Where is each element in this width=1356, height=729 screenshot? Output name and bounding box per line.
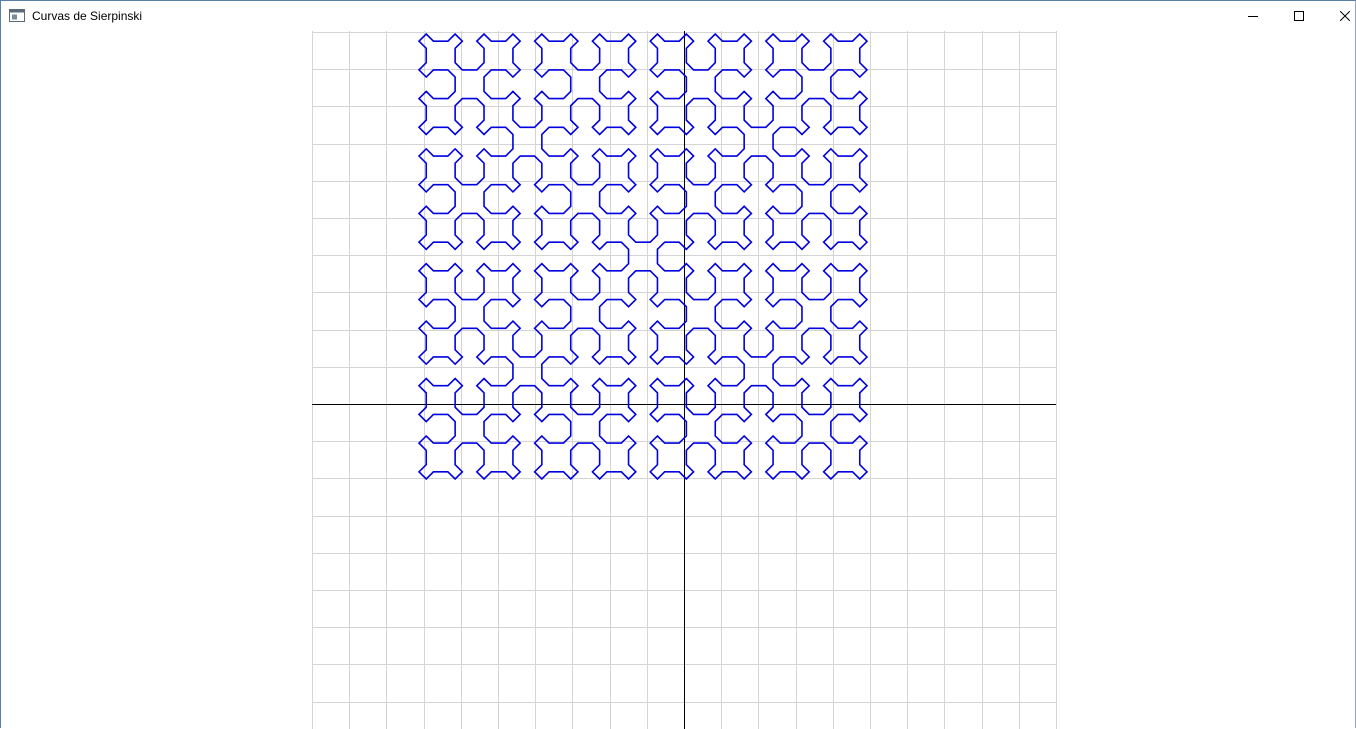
app-window: Curvas de Sierpinski	[0, 0, 1356, 729]
minimize-icon	[1248, 16, 1258, 17]
minimize-button[interactable]	[1230, 1, 1276, 31]
plot-surface	[312, 31, 1057, 729]
maximize-icon	[1294, 11, 1304, 21]
app-icon	[9, 9, 25, 22]
curve-path	[417, 32, 869, 481]
close-icon	[1340, 11, 1350, 21]
close-button[interactable]	[1322, 1, 1356, 31]
sierpinski-curve	[417, 32, 869, 481]
maximize-button[interactable]	[1276, 1, 1322, 31]
title-bar[interactable]: Curvas de Sierpinski	[1, 1, 1355, 31]
drawing-canvas[interactable]	[1, 31, 1356, 729]
window-title: Curvas de Sierpinski	[32, 9, 143, 23]
